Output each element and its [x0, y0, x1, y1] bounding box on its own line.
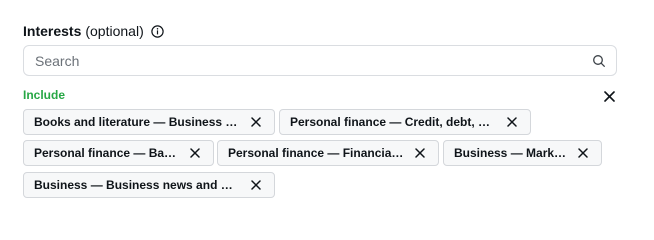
interest-chip[interactable]: Business — Marketing	[443, 140, 602, 166]
close-icon[interactable]	[250, 179, 262, 191]
info-circle-icon[interactable]	[151, 24, 164, 38]
chip-label: Personal finance — Financial news	[228, 146, 404, 160]
close-icon[interactable]	[506, 116, 518, 128]
chip-label: Personal finance — Credit, debt, and loa…	[290, 115, 496, 129]
interest-chip[interactable]: Personal finance — Financial news	[217, 140, 439, 166]
chip-label: Business — Marketing	[454, 146, 567, 160]
search-input[interactable]	[35, 52, 592, 69]
close-icon[interactable]	[414, 147, 426, 159]
search-icon[interactable]	[592, 54, 606, 68]
field-label: Interests	[23, 23, 82, 39]
clear-include-button[interactable]	[602, 89, 616, 103]
interest-chip[interactable]: Personal finance — Banking	[23, 140, 214, 166]
chip-label: Books and literature — Business and fina…	[34, 115, 240, 129]
interest-chip[interactable]: Books and literature — Business and fina…	[23, 109, 275, 135]
field-header: Interests (optional)	[23, 22, 164, 40]
interest-chip[interactable]: Business — Business news and general inf…	[23, 172, 275, 198]
field-optional-text: (optional)	[85, 23, 144, 39]
close-icon[interactable]	[250, 116, 262, 128]
close-icon[interactable]	[189, 147, 201, 159]
include-label: Include	[23, 88, 66, 102]
interest-chip[interactable]: Personal finance — Credit, debt, and loa…	[279, 109, 531, 135]
chip-label: Personal finance — Banking	[34, 146, 179, 160]
close-icon[interactable]	[577, 147, 589, 159]
search-box[interactable]	[23, 45, 617, 76]
close-icon	[603, 90, 615, 102]
chip-label: Business — Business news and general inf…	[34, 178, 240, 192]
